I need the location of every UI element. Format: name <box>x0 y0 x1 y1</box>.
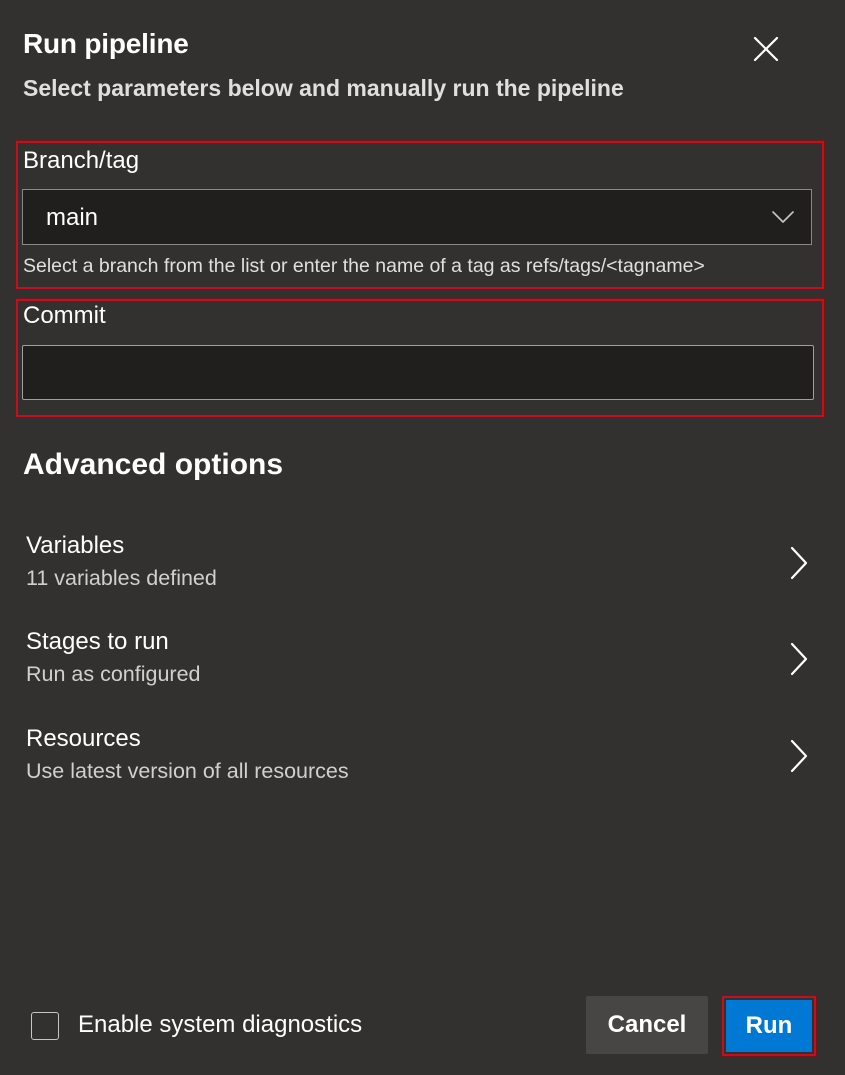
branch-select[interactable]: main <box>22 189 812 245</box>
enable-diagnostics-checkbox[interactable] <box>31 1012 59 1040</box>
branch-helper-text: Select a branch from the list or enter t… <box>23 255 705 277</box>
run-button[interactable]: Run <box>726 1000 812 1052</box>
close-icon <box>753 36 779 62</box>
branch-select-value: main <box>46 204 99 231</box>
option-stages-to-run[interactable]: Stages to run Run as configured <box>0 628 845 708</box>
chevron-right-icon <box>790 642 808 676</box>
commit-input[interactable] <box>22 345 814 400</box>
run-pipeline-dialog: Run pipeline Select parameters below and… <box>0 0 845 1075</box>
option-resources[interactable]: Resources Use latest version of all reso… <box>0 725 845 805</box>
advanced-options-title: Advanced options <box>23 448 284 481</box>
chevron-right-icon <box>790 546 808 580</box>
option-title: Variables <box>26 532 125 559</box>
dialog-subtitle: Select parameters below and manually run… <box>23 75 624 101</box>
option-subtitle: Use latest version of all resources <box>26 759 349 783</box>
close-button[interactable] <box>744 27 788 71</box>
enable-diagnostics-label[interactable]: Enable system diagnostics <box>78 1011 362 1039</box>
option-title: Resources <box>26 725 141 752</box>
option-subtitle: Run as configured <box>26 662 201 686</box>
dialog-title: Run pipeline <box>23 28 189 59</box>
cancel-button[interactable]: Cancel <box>586 996 708 1054</box>
option-subtitle: 11 variables defined <box>26 566 217 590</box>
option-title: Stages to run <box>26 628 169 655</box>
chevron-down-icon <box>772 211 794 223</box>
chevron-right-icon <box>790 739 808 773</box>
branch-label: Branch/tag <box>23 147 140 174</box>
option-variables[interactable]: Variables 11 variables defined <box>0 532 845 612</box>
commit-label: Commit <box>23 302 106 329</box>
